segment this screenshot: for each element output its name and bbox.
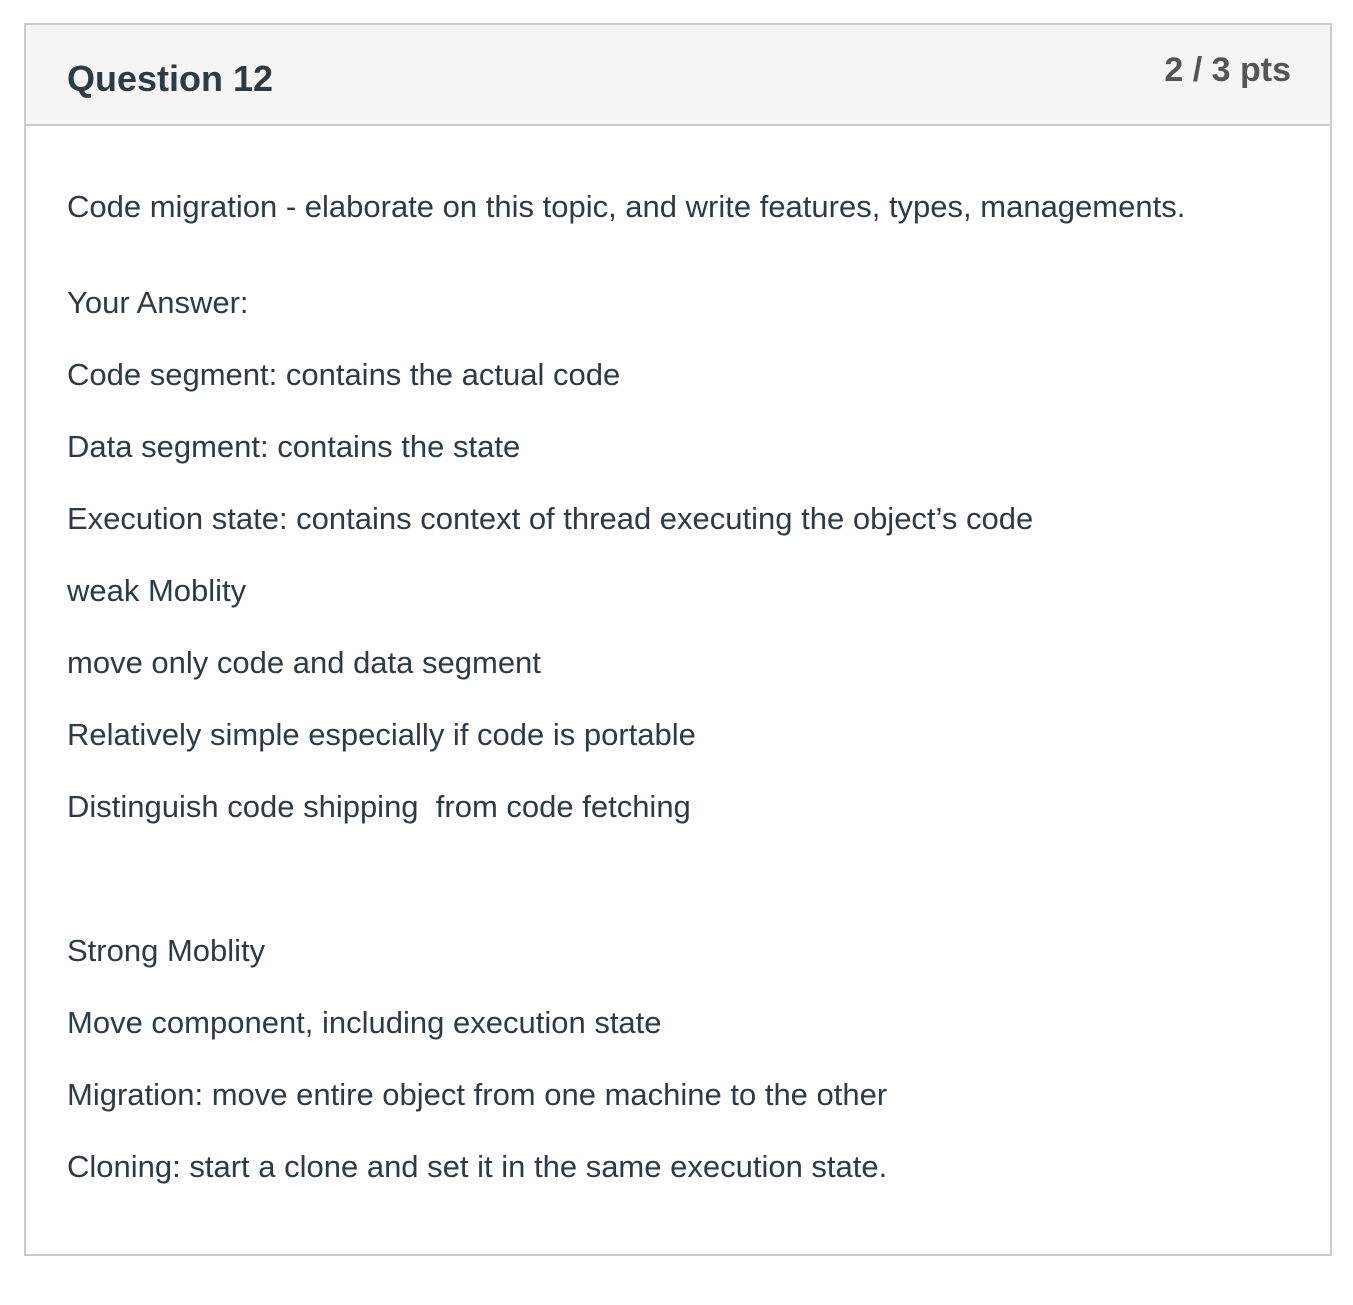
answer-line: Cloning: start a clone and set it in the… (67, 1149, 888, 1184)
answer-line: Code segment: contains the actual code (67, 357, 621, 392)
question-card: Question 12 2 / 3 pts Code migration - e… (24, 23, 1332, 1256)
answer-line: Relatively simple especially if code is … (67, 717, 696, 752)
answer-line: Migration: move entire object from one m… (67, 1077, 888, 1112)
answer-line: weak Moblity (67, 573, 247, 608)
question-header: Question 12 2 / 3 pts (26, 25, 1330, 126)
answer-line: Move component, including execution stat… (67, 1005, 662, 1040)
question-title: Question 12 (67, 58, 274, 99)
answer-line: Distinguish code shipping from code fetc… (67, 789, 691, 824)
answer-line: move only code and data segment (67, 645, 541, 680)
answer-label: Your Answer: (67, 285, 249, 320)
answer-line: Execution state: contains context of thr… (67, 501, 1034, 536)
question-points: 2 / 3 pts (1164, 51, 1291, 89)
question-prompt: Code migration - elaborate on this topic… (67, 189, 1186, 224)
question-body: Code migration - elaborate on this topic… (67, 126, 1289, 1254)
answer-line: Data segment: contains the state (67, 429, 521, 464)
answer-line: Strong Moblity (67, 933, 266, 968)
